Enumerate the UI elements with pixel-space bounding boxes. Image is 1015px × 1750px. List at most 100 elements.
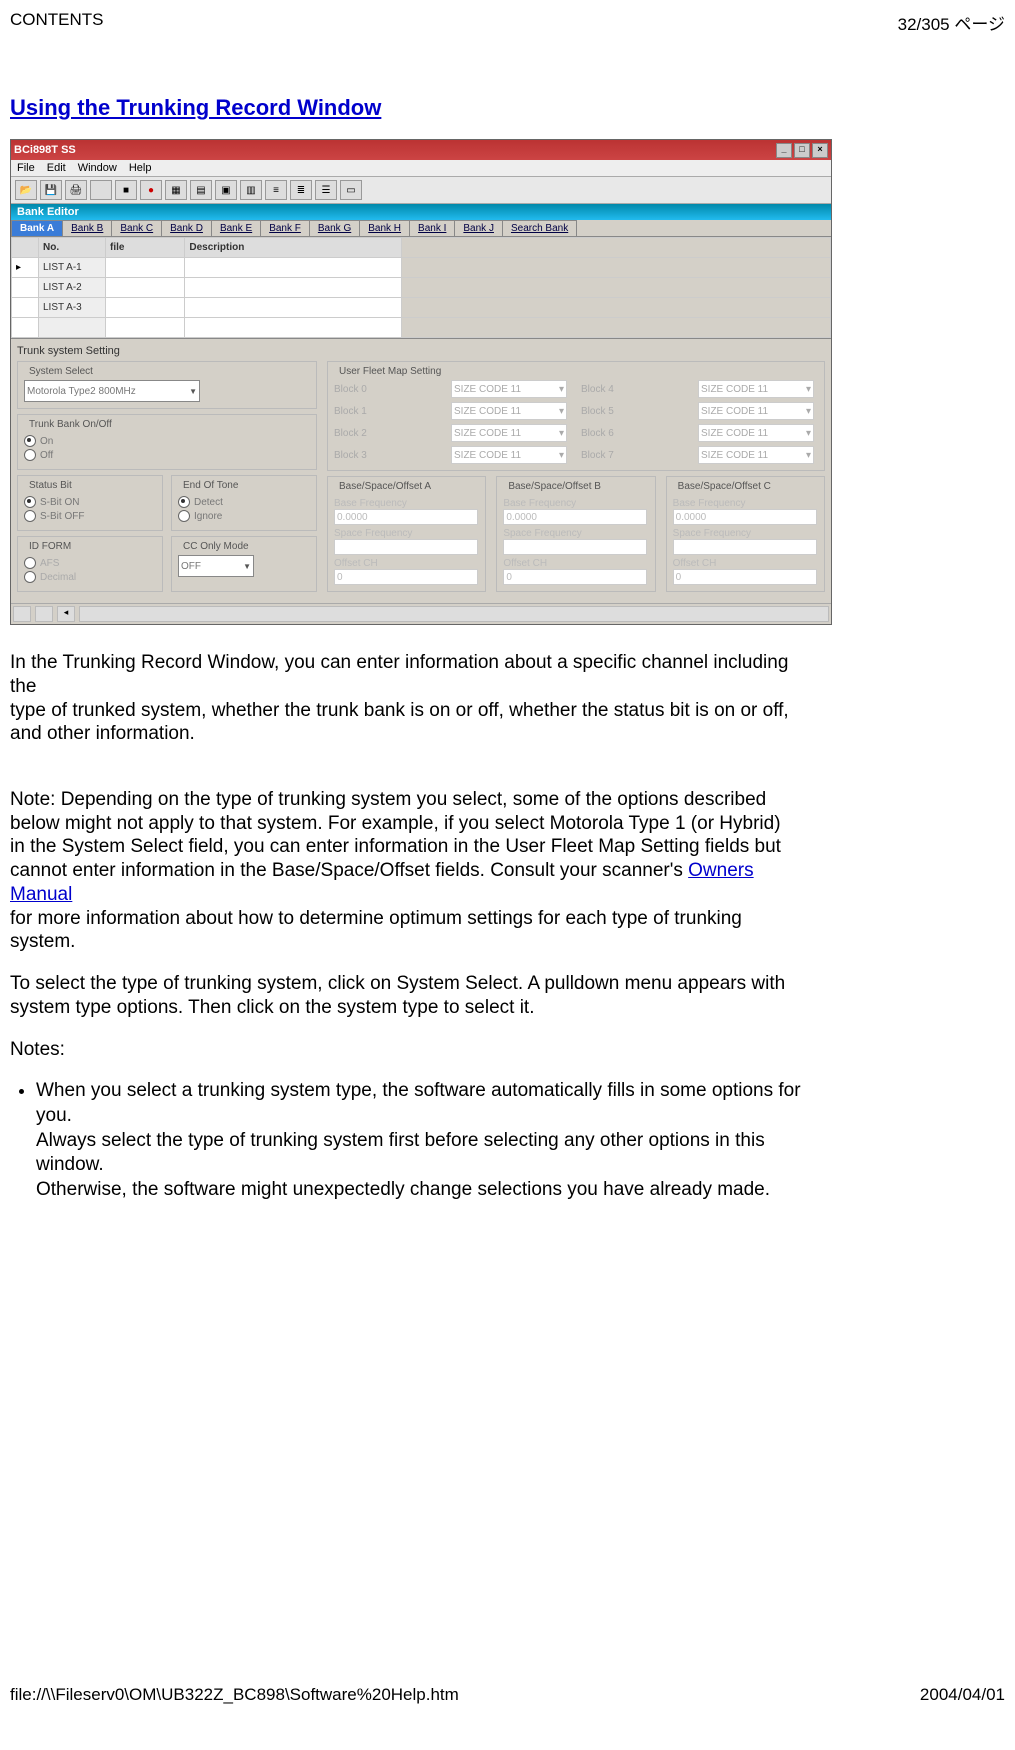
close-button[interactable]: × bbox=[812, 143, 828, 158]
bso-b-group: Base/Space/Offset B Base Frequency Space… bbox=[496, 476, 655, 592]
status-bar: ◂ bbox=[11, 603, 831, 624]
bso-a-group: Base/Space/Offset A Base Frequency Space… bbox=[327, 476, 486, 592]
bank-onoff-group: Trunk Bank On/Off On Off bbox=[17, 414, 317, 470]
radio-on[interactable] bbox=[24, 435, 36, 447]
status-scroll[interactable] bbox=[79, 606, 829, 622]
system-select-dropdown[interactable]: Motorola Type2 800MHz ▼ bbox=[24, 380, 200, 402]
fleet-block4: SIZE CODE 11▾ bbox=[698, 380, 814, 398]
tab-bank-i[interactable]: Bank I bbox=[409, 220, 455, 236]
tab-bank-c[interactable]: Bank C bbox=[111, 220, 162, 236]
toolbar-misc1-icon[interactable]: ▦ bbox=[165, 180, 187, 200]
toolbar-left-icon[interactable]: ≡ bbox=[265, 180, 287, 200]
idform-group: ID FORM AFS Decimal bbox=[17, 536, 163, 592]
toolbar-print-icon[interactable]: 🖨 bbox=[65, 180, 87, 200]
bso-c-offset bbox=[673, 569, 817, 585]
fleet-block3: SIZE CODE 11▾ bbox=[451, 446, 567, 464]
menu-window[interactable]: Window bbox=[78, 162, 117, 174]
toolbar-misc2-icon[interactable]: ▤ bbox=[190, 180, 212, 200]
tab-bank-j[interactable]: Bank J bbox=[454, 220, 503, 236]
menu-help[interactable]: Help bbox=[129, 162, 152, 174]
fleet-block6: SIZE CODE 11▾ bbox=[698, 424, 814, 442]
bso-c-base bbox=[673, 509, 817, 525]
cc-only-label: CC Only Mode bbox=[180, 541, 252, 552]
bank-onoff-label: Trunk Bank On/Off bbox=[26, 419, 115, 430]
table-row bbox=[12, 318, 831, 338]
radio-off[interactable] bbox=[24, 449, 36, 461]
radio-sbit-off[interactable] bbox=[24, 510, 36, 522]
app-window: BCi898T SS _ □ × File Edit Window Help 📂… bbox=[10, 139, 832, 625]
header-right: 32/305 ページ bbox=[898, 10, 1005, 35]
col-desc[interactable]: Description bbox=[185, 238, 402, 258]
tab-search-bank[interactable]: Search Bank bbox=[502, 220, 577, 236]
tab-bank-a[interactable]: Bank A bbox=[11, 220, 63, 236]
trunk-panel-title: Trunk system Setting bbox=[17, 345, 825, 357]
chevron-down-icon: ▼ bbox=[189, 387, 197, 396]
status-bit-group: Status Bit S-Bit ON S-Bit OFF bbox=[17, 475, 163, 531]
toolbar-save-icon[interactable]: 💾 bbox=[40, 180, 62, 200]
toolbar-open-icon[interactable]: 📂 bbox=[15, 180, 37, 200]
radio-sbit-on[interactable] bbox=[24, 496, 36, 508]
col-no[interactable]: No. bbox=[39, 238, 106, 258]
eot-group: End Of Tone Detect Ignore bbox=[171, 475, 317, 531]
toolbar-extra-icon[interactable]: ▭ bbox=[340, 180, 362, 200]
radio-idform-dec bbox=[24, 571, 36, 583]
paragraph-2: Note: Depending on the type of trunking … bbox=[10, 764, 790, 954]
cc-only-dropdown[interactable]: OFF ▼ bbox=[178, 555, 254, 577]
idform-label: ID FORM bbox=[26, 541, 74, 552]
list-item: When you select a trunking system type, … bbox=[36, 1079, 816, 1202]
app-titlebar[interactable]: BCi898T SS _ □ × bbox=[11, 140, 831, 160]
page-title: Using the Trunking Record Window bbox=[10, 95, 1005, 121]
menu-bar: File Edit Window Help bbox=[11, 160, 831, 177]
tab-bank-d[interactable]: Bank D bbox=[161, 220, 212, 236]
table-row: LIST A-3 bbox=[12, 298, 831, 318]
tab-bank-f[interactable]: Bank F bbox=[260, 220, 310, 236]
maximize-button[interactable]: □ bbox=[794, 143, 810, 158]
table-row: LIST A-2 bbox=[12, 278, 831, 298]
app-title: BCi898T SS bbox=[14, 144, 76, 156]
bank-grid[interactable]: No. file Description ▸LIST A-1 LIST A-2 … bbox=[11, 237, 831, 338]
bso-a-space bbox=[334, 539, 478, 555]
bso-a-base bbox=[334, 509, 478, 525]
cc-only-value: OFF bbox=[181, 561, 201, 572]
menu-edit[interactable]: Edit bbox=[47, 162, 66, 174]
chevron-down-icon: ▼ bbox=[243, 562, 251, 571]
fleet-map-label: User Fleet Map Setting bbox=[336, 366, 444, 377]
bso-b-offset bbox=[503, 569, 647, 585]
minimize-button[interactable]: _ bbox=[776, 143, 792, 158]
toolbar-center-icon[interactable]: ≣ bbox=[290, 180, 312, 200]
menu-file[interactable]: File bbox=[17, 162, 35, 174]
cc-only-group: CC Only Mode OFF ▼ bbox=[171, 536, 317, 592]
fleet-block7: SIZE CODE 11▾ bbox=[698, 446, 814, 464]
tab-bank-h[interactable]: Bank H bbox=[359, 220, 410, 236]
bso-b-base bbox=[503, 509, 647, 525]
tab-bank-g[interactable]: Bank G bbox=[309, 220, 360, 236]
tab-bank-e[interactable]: Bank E bbox=[211, 220, 261, 236]
toolbar: 📂 💾 🖨 ■ ● ▦ ▤ ▣ ▥ ≡ ≣ ☰ ▭ bbox=[11, 177, 831, 204]
col-file[interactable]: file bbox=[106, 238, 185, 258]
fleet-block0: SIZE CODE 11▾ bbox=[451, 380, 567, 398]
toolbar-right-icon[interactable]: ☰ bbox=[315, 180, 337, 200]
bso-a-offset bbox=[334, 569, 478, 585]
toolbar-misc3-icon[interactable]: ▣ bbox=[215, 180, 237, 200]
footer-date: 2004/04/01 bbox=[920, 1685, 1005, 1705]
tab-bank-b[interactable]: Bank B bbox=[62, 220, 112, 236]
radio-eot-ignore[interactable] bbox=[178, 510, 190, 522]
status-cell bbox=[13, 606, 31, 622]
header-left: CONTENTS bbox=[10, 10, 104, 35]
footer-path: file://\\Fileserv0\OM\UB322Z_BC898\Softw… bbox=[10, 1685, 459, 1705]
toolbar-stop-icon[interactable]: ■ bbox=[115, 180, 137, 200]
notes-list: When you select a trunking system type, … bbox=[36, 1079, 816, 1202]
radio-idform-afs bbox=[24, 557, 36, 569]
radio-eot-detect[interactable] bbox=[178, 496, 190, 508]
system-select-value: Motorola Type2 800MHz bbox=[27, 386, 136, 397]
system-select-label: System Select bbox=[26, 366, 96, 377]
trunk-panel: Trunk system Setting System Select Motor… bbox=[11, 338, 831, 603]
toolbar-misc4-icon[interactable]: ▥ bbox=[240, 180, 262, 200]
status-bit-label: Status Bit bbox=[26, 480, 75, 491]
child-window-title: Bank Editor bbox=[11, 204, 831, 220]
fleet-block1: SIZE CODE 11▾ bbox=[451, 402, 567, 420]
toolbar-divider bbox=[90, 180, 112, 200]
toolbar-rec-icon[interactable]: ● bbox=[140, 180, 162, 200]
bso-b-space bbox=[503, 539, 647, 555]
bso-c-group: Base/Space/Offset C Base Frequency Space… bbox=[666, 476, 825, 592]
